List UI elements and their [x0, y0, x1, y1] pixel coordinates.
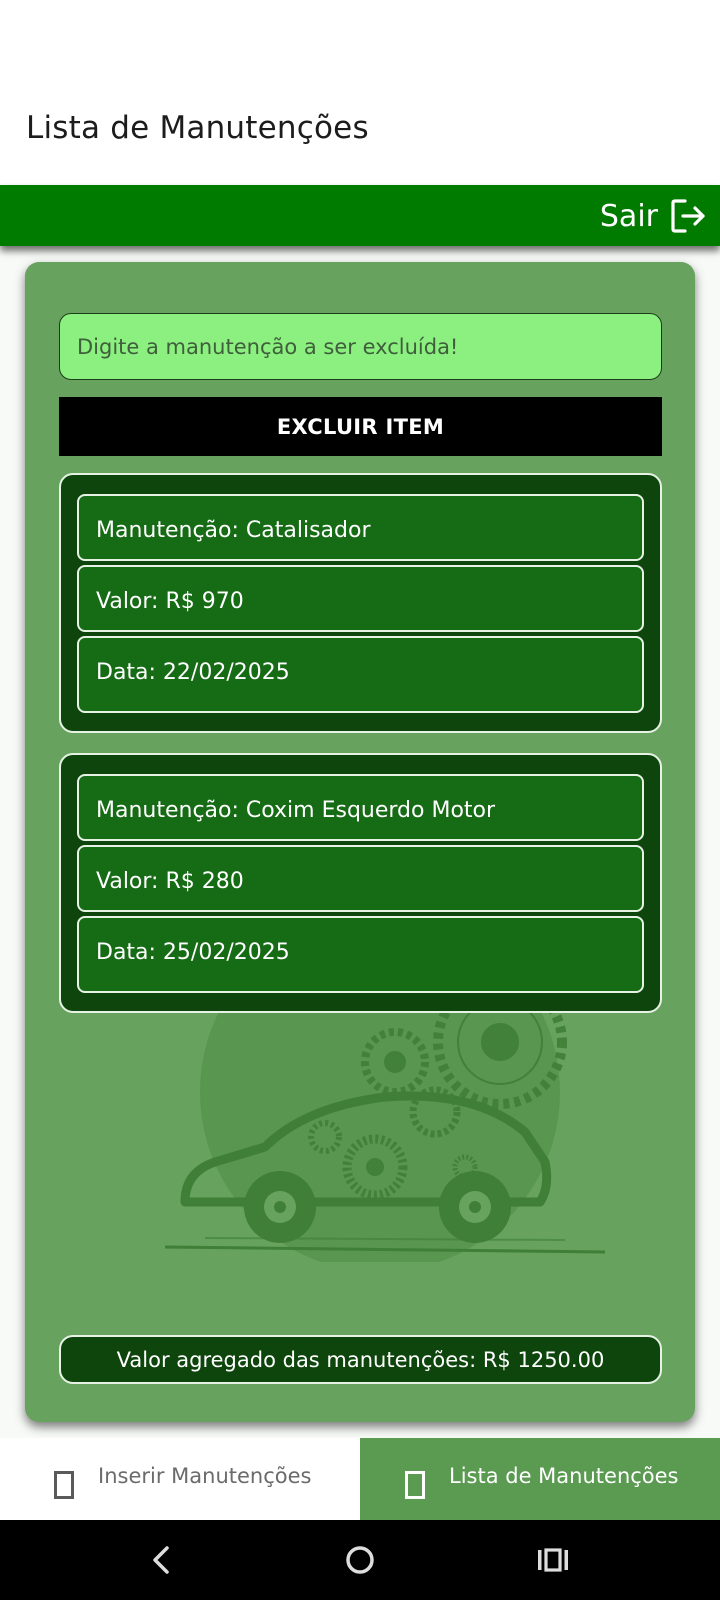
tab-inserir-manutencoes[interactable]: Inserir Manutenções [0, 1438, 360, 1520]
system-navigation-bar [0, 1520, 720, 1600]
tab-lista-de-manutencoes[interactable]: Lista de Manutenções [360, 1438, 720, 1520]
maintenance-name: Manutenção: Coxim Esquerdo Motor [77, 774, 644, 841]
total-value-label: Valor agregado das manutenções: R$ 1250.… [116, 1347, 605, 1372]
tab-icon [54, 1471, 74, 1499]
logout-button[interactable]: Sair [600, 193, 708, 239]
logout-label: Sair [599, 198, 658, 234]
back-icon[interactable] [141, 1538, 185, 1582]
bottom-tab-bar: Inserir Manutenções Lista de Manutenções [0, 1438, 720, 1520]
total-value-box: Valor agregado das manutenções: R$ 1250.… [59, 1335, 662, 1384]
recents-icon[interactable] [533, 1538, 577, 1582]
top-bar: Sair [0, 185, 720, 246]
home-icon[interactable] [338, 1538, 382, 1582]
maintenance-date: Data: 25/02/2025 [77, 916, 644, 993]
page-title: Lista de Manutenções [26, 110, 369, 146]
tab-label: Lista de Manutenções [449, 1464, 679, 1488]
tab-icon [405, 1471, 425, 1499]
car-gears-illustration [164, 1002, 606, 1262]
maintenance-name: Manutenção: Catalisador [77, 494, 644, 561]
maintenance-item: Manutenção: Coxim Esquerdo Motor Valor: … [59, 753, 662, 1013]
maintenance-list-card: EXCLUIR ITEM Manutenção: Catalisador Val… [25, 262, 695, 1422]
maintenance-value: Valor: R$ 970 [77, 565, 644, 632]
tab-label: Inserir Manutenções [98, 1464, 312, 1488]
maintenance-item: Manutenção: Catalisador Valor: R$ 970 Da… [59, 473, 662, 733]
maintenance-date: Data: 22/02/2025 [77, 636, 644, 713]
delete-item-button[interactable]: EXCLUIR ITEM [59, 397, 662, 456]
logout-icon [671, 199, 705, 233]
app-header: Lista de Manutenções [0, 0, 720, 185]
maintenance-value: Valor: R$ 280 [77, 845, 644, 912]
delete-maintenance-input[interactable] [59, 313, 662, 380]
